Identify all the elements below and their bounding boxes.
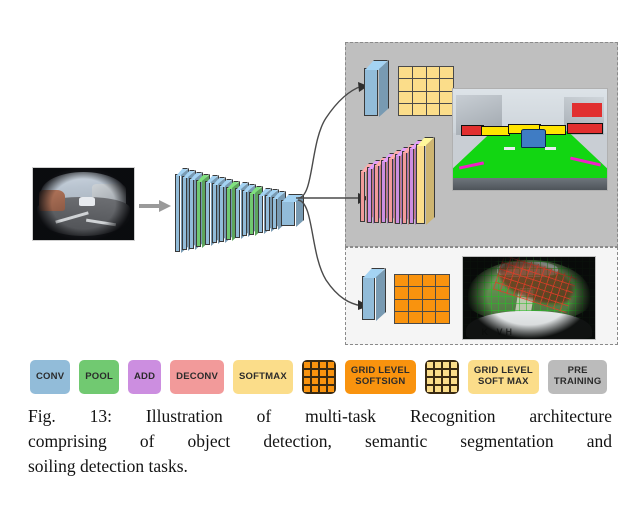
grid-cell [408,299,422,311]
caption-line: Fig. 13: Illustration of multi-task Reco… [28,406,612,426]
grid-cell [412,79,426,91]
legend-item-add: ADD [127,360,162,394]
encoder-layer-conv [265,189,279,232]
encoder-layer-pool [226,181,240,241]
legend-grid-swatch [424,360,459,394]
grid-cell [436,299,449,311]
grid-cell [408,311,422,323]
grid-cell [426,79,440,91]
decoder-layer-add [367,160,382,224]
seg-red-signage [571,103,603,118]
encoder-layer-pool [249,186,263,236]
decoder-layer-deconv [360,163,375,223]
grid-cell [399,79,412,91]
grid-cell [395,299,408,311]
arrow-to-soiling [297,199,363,307]
fisheye-camera-input-image [32,167,135,241]
decoder-layer-softmax [416,137,435,225]
grid-cell [399,91,412,103]
grid-cell [412,67,426,79]
caption-line: soiling detection tasks. [28,455,188,476]
decoder-layer-add [409,140,424,225]
legend-item-deconv: DECONV [170,360,225,394]
decoder-layer-add [395,147,410,225]
grid-cell [399,103,412,115]
detection-conv-block [362,60,389,120]
grid-cell [422,299,436,311]
seg-detection-box [566,123,603,135]
legend-item-softmax: SOFTMAX [233,360,293,394]
seg-vehicle [520,129,546,148]
encoder-layer-conv [235,182,249,239]
figure-13: K VH CONVPOOLADDDECONVSOFTMAX GRID LEVEL … [0,0,641,511]
caption-line: comprising of object detection, semantic… [28,430,612,451]
arrow-to-detection [297,85,363,199]
decoder-layer-add [381,153,396,224]
encoder-layer-pool [196,174,210,248]
encoder-layer-conv [272,191,286,230]
grid-cell [412,103,426,115]
segmentation-output-image [452,88,608,191]
architecture-diagram: K VH [0,0,641,350]
legend-item-grid-level-softsign: GRID LEVEL SOFTSIGN [344,360,416,394]
segmentation-decoder [360,137,440,232]
grid-cell [395,275,408,287]
soil-vignette [463,257,595,339]
grid-cell [426,67,440,79]
figure-caption: Fig. 13: Illustration of multi-task Reco… [28,404,612,479]
encoder-layer-conv [242,184,256,237]
arrow-input-to-encoder [139,200,171,212]
seg-detection-box [480,126,511,137]
legend-grid-swatch [301,360,336,394]
encoder-layer-conv [182,170,196,251]
legend: CONV POOL ADD DECONV SOFTMAX GRID LEVEL SOFTS… [30,359,615,395]
encoder-bottleneck [281,194,304,227]
grid-cell [426,91,440,103]
encoder-layer-conv [219,179,233,243]
detection-output-grid [398,66,454,116]
encoder-layer-conv [258,188,272,234]
grid-cell [422,275,436,287]
seg-lane-dash [503,146,515,150]
input-vignette [33,168,134,240]
grid-cell [395,287,408,299]
decoder-layer-deconv [374,157,389,224]
legend-item-grid-level-soft-max: GRID LEVEL SOFT MAX [467,360,539,394]
grid-cell [436,287,449,299]
grid-cell [399,67,412,79]
decoder-layer-deconv [402,144,417,225]
grid-cell [440,67,453,79]
encoder-layer-conv [175,168,189,253]
grid-cell [426,103,440,115]
grid-cell [395,311,408,323]
soiling-conv-layer-side [376,268,386,321]
detection-conv-layer [364,60,389,117]
decoder-layer-softmax-side [426,137,435,225]
seg-lane-dash [545,146,557,150]
soiling-output-image: K VH [462,256,596,340]
detection-conv-layer-side [379,60,389,117]
decoder-layer-deconv [388,150,403,224]
grid-cell [422,287,436,299]
legend-item-pre-training: PRE TRAINING [547,360,608,394]
legend-item-pool: POOL [79,360,119,394]
soiling-conv-layer [362,268,386,321]
encoder-layer-conv [205,175,219,246]
grid-cell [422,311,436,323]
grid-cell [436,275,449,287]
soiling-output-grid [394,274,450,324]
shared-encoder [175,160,304,253]
legend-item-conv: CONV [30,360,71,394]
encoder-layer-conv [212,177,226,244]
grid-cell [408,287,422,299]
grid-cell [412,91,426,103]
grid-cell [436,311,449,323]
seg-vehicle-hood [453,177,607,190]
encoder-layer-conv [189,172,203,250]
soiling-conv-block [360,268,386,324]
grid-cell [408,275,422,287]
